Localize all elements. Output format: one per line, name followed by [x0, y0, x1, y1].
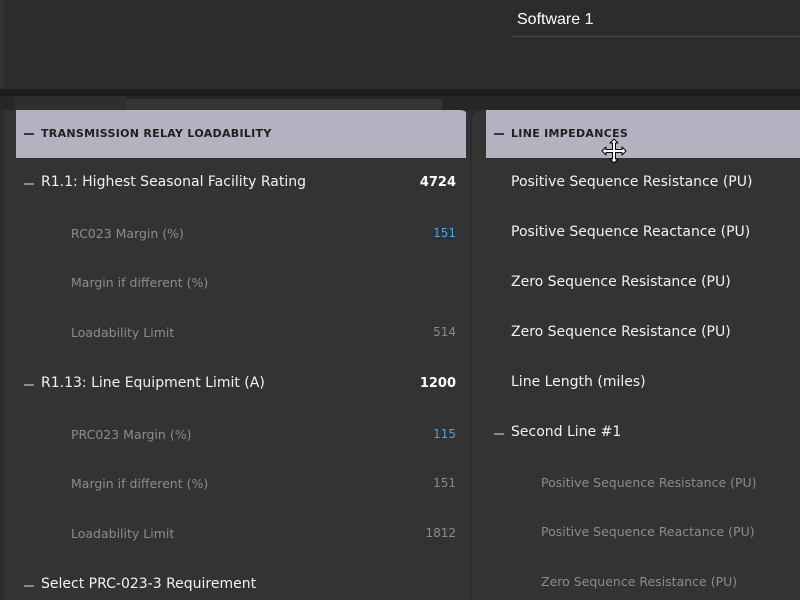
- item-label: Line Length (miles): [511, 374, 646, 390]
- list-item[interactable]: RC023 Margin (%) 151: [16, 209, 466, 259]
- item-label: Positive Sequence Resistance (PU): [511, 174, 753, 190]
- item-label: Positive Sequence Reactance (PU): [511, 224, 751, 240]
- item-label: Zero Sequence Resistance (PU): [511, 274, 731, 290]
- list-item[interactable]: Second Line #1: [486, 408, 800, 458]
- item-label: Positive Sequence Resistance (PU): [541, 475, 757, 490]
- item-label: Zero Sequence Resistance (PU): [541, 574, 738, 589]
- item-value: 514: [433, 325, 456, 339]
- top-bar: Software 1: [0, 0, 800, 90]
- collapse-icon[interactable]: [24, 183, 34, 185]
- item-label: R1.1: Highest Seasonal Facility Rating: [41, 174, 306, 190]
- item-value: 1812: [425, 526, 456, 540]
- list-item[interactable]: Loadability Limit 514: [16, 308, 466, 358]
- list-item[interactable]: R1.13: Line Equipment Limit (A) 1200: [16, 359, 466, 409]
- item-label: Second Line #1: [511, 424, 622, 440]
- list-item[interactable]: Select PRC-023-3 Requirement: [16, 560, 466, 600]
- software-field[interactable]: Software 1: [512, 0, 800, 37]
- item-label: RC023 Margin (%): [71, 226, 184, 241]
- item-value: 151: [433, 476, 456, 490]
- item-label: Zero Sequence Resistance (PU): [511, 324, 731, 340]
- line-impedances-panel: LINE IMPEDANCES Positive Sequence Resist…: [472, 110, 800, 600]
- collapse-icon[interactable]: [494, 133, 504, 135]
- list-item[interactable]: R1.1: Highest Seasonal Facility Rating 4…: [16, 158, 466, 208]
- item-label: Margin if different (%): [71, 476, 209, 491]
- item-label: PRC023 Margin (%): [71, 427, 192, 442]
- list-item[interactable]: PRC023 Margin (%) 115: [16, 410, 466, 460]
- list-item[interactable]: Positive Sequence Reactance (PU): [486, 507, 800, 557]
- list-item[interactable]: Loadability Limit 1812: [16, 509, 466, 559]
- collapse-icon[interactable]: [494, 433, 504, 435]
- item-label: Positive Sequence Reactance (PU): [541, 524, 755, 539]
- panel-shadow: [126, 99, 442, 110]
- list-item[interactable]: Positive Sequence Resistance (PU): [486, 158, 800, 208]
- transmission-relay-loadability-panel: TRANSMISSION RELAY LOADABILITY R1.1: Hig…: [4, 110, 470, 600]
- divider: [0, 89, 800, 96]
- software-label: Software 1: [517, 11, 594, 28]
- panel-header[interactable]: LINE IMPEDANCES: [486, 110, 800, 158]
- item-label: Margin if different (%): [71, 275, 209, 290]
- panel-header[interactable]: TRANSMISSION RELAY LOADABILITY: [16, 110, 466, 158]
- top-bar-edge: [0, 0, 4, 90]
- list-item[interactable]: Positive Sequence Reactance (PU): [486, 208, 800, 258]
- collapse-icon[interactable]: [24, 133, 34, 135]
- item-label: Select PRC-023-3 Requirement: [41, 576, 257, 592]
- list-item[interactable]: Positive Sequence Resistance (PU): [486, 458, 800, 508]
- item-label: Loadability Limit: [71, 526, 175, 541]
- item-value: 4724: [419, 175, 456, 190]
- panel-shadow: [14, 96, 126, 110]
- collapse-icon[interactable]: [24, 585, 34, 587]
- list-item[interactable]: Zero Sequence Resistance (PU): [486, 258, 800, 308]
- list-item[interactable]: Zero Sequence Resistance (PU): [486, 308, 800, 358]
- list-item[interactable]: Line Length (miles): [486, 358, 800, 408]
- list-item[interactable]: Margin if different (%) 151: [16, 459, 466, 509]
- item-value: 151: [433, 226, 456, 240]
- list-item[interactable]: Margin if different (%): [16, 258, 466, 308]
- list-item[interactable]: Zero Sequence Resistance (PU): [486, 557, 800, 600]
- item-value: 115: [433, 427, 456, 441]
- item-label: Loadability Limit: [71, 325, 175, 340]
- item-label: R1.13: Line Equipment Limit (A): [41, 375, 265, 391]
- panel-title: TRANSMISSION RELAY LOADABILITY: [41, 127, 272, 140]
- collapse-icon[interactable]: [24, 384, 34, 386]
- move-cursor-icon: [601, 138, 627, 164]
- item-value: 1200: [419, 376, 456, 391]
